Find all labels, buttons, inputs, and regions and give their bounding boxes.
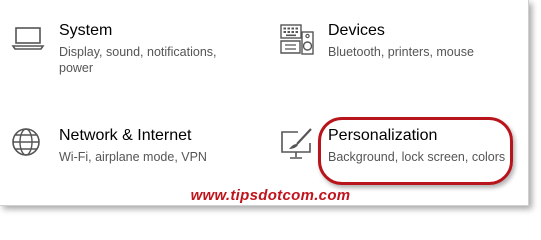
tile-description: Display, sound, notifications, power <box>59 45 217 75</box>
tile-title: Personalization <box>328 127 438 144</box>
tile-title: Devices <box>328 22 385 39</box>
settings-tile-network[interactable]: Network & Internet Wi-Fi, airplane mode,… <box>11 127 241 177</box>
watermark: www.tipsdotcom.com <box>190 187 351 204</box>
paint-monitor-icon <box>281 128 312 159</box>
globe-icon <box>12 128 40 156</box>
keyboard-speaker-icon <box>280 24 314 55</box>
tile-description: Bluetooth, printers, mouse <box>328 45 474 59</box>
settings-tile-system[interactable]: System Display, sound, notifications, po… <box>11 22 241 82</box>
settings-panel: System Display, sound, notifications, po… <box>0 0 529 206</box>
tile-description: Background, lock screen, colors <box>328 150 506 164</box>
laptop-icon <box>11 27 45 50</box>
settings-tile-devices[interactable]: Devices Bluetooth, printers, mouse <box>280 22 510 82</box>
tile-description: Wi-Fi, airplane mode, VPN <box>59 150 207 164</box>
tile-title: System <box>59 22 113 39</box>
tile-title: Network & Internet <box>59 127 192 144</box>
settings-tile-personalization[interactable]: Personalization Background, lock screen,… <box>280 127 510 177</box>
